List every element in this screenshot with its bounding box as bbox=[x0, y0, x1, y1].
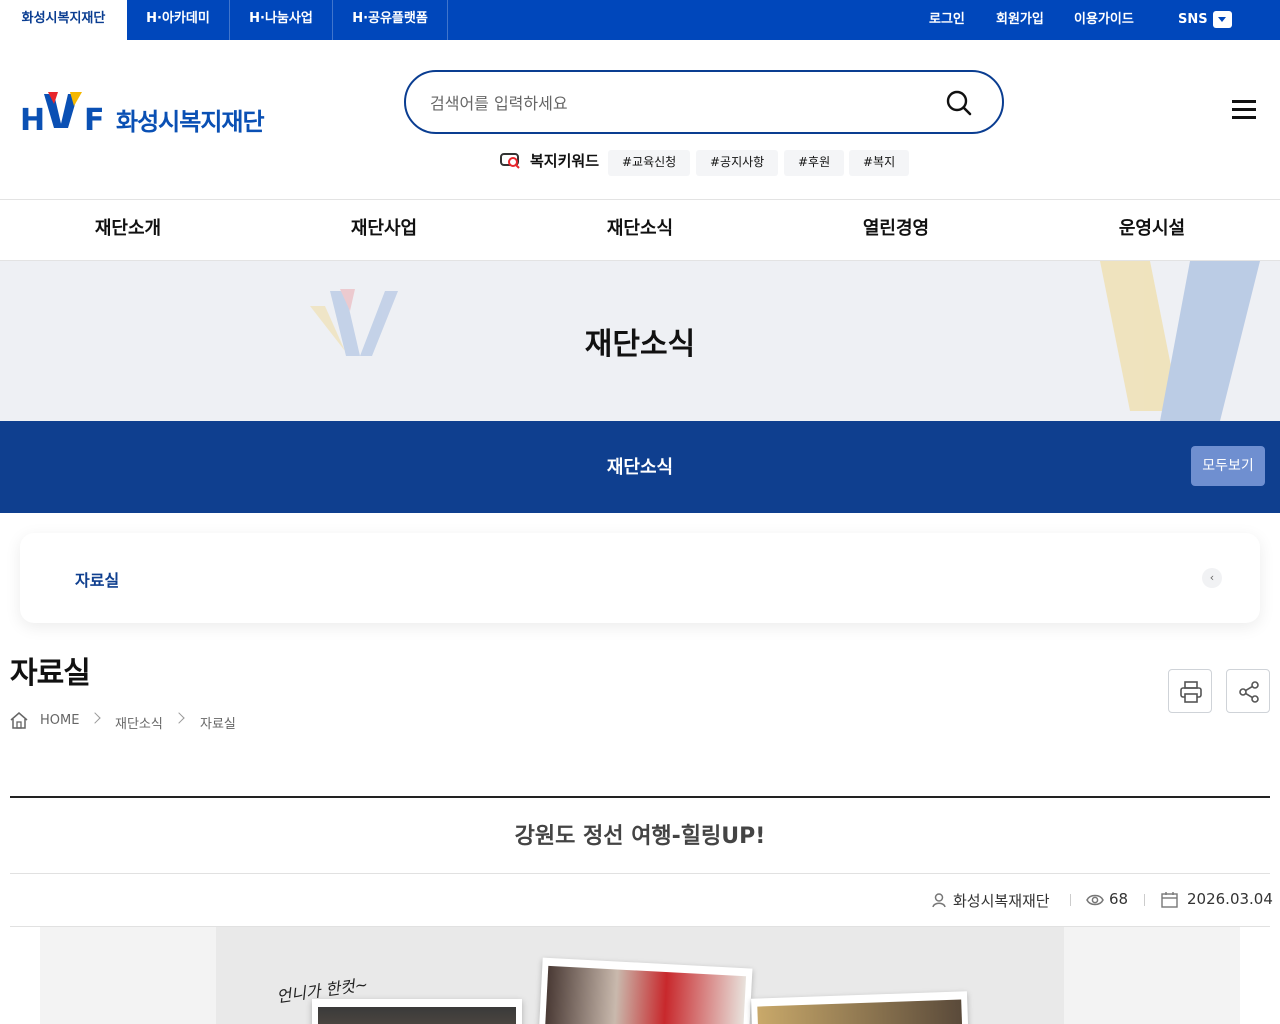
top-utility-bar: 화성시복지재단 H·아카데미 H·나눔사업 H·공유플랫폼 로그인 회원가입 이… bbox=[0, 0, 1280, 40]
breadcrumb-current[interactable]: 자료실 bbox=[200, 713, 236, 732]
divider bbox=[1144, 894, 1145, 906]
photo-frame bbox=[537, 957, 753, 1024]
eye-icon bbox=[1086, 894, 1104, 906]
keyword-title: 복지키워드 bbox=[530, 152, 600, 170]
svg-text:F: F bbox=[84, 103, 105, 136]
dropdown-icon[interactable] bbox=[1213, 11, 1232, 28]
divider bbox=[447, 0, 448, 40]
nav-item-about[interactable]: 재단소개 bbox=[0, 200, 256, 260]
post-image: 언니가 한컷~ bbox=[216, 927, 1064, 1024]
page-visual-banner: 재단소식 bbox=[0, 261, 1280, 421]
nav-item-management[interactable]: 열린경영 bbox=[768, 200, 1024, 260]
chevron-right-icon bbox=[89, 712, 101, 724]
divider bbox=[10, 796, 1270, 798]
share-icon bbox=[1239, 681, 1259, 703]
photo-frame bbox=[751, 991, 969, 1024]
hamburger-line bbox=[1232, 100, 1256, 103]
breadcrumb-home[interactable]: HOME bbox=[40, 713, 79, 728]
keyword-tag[interactable]: #교육신청 bbox=[608, 150, 691, 176]
keyword-icon bbox=[500, 153, 520, 169]
hamburger-line bbox=[1232, 108, 1256, 111]
logo-text[interactable]: 화성시복지재단 bbox=[116, 102, 265, 137]
search-button[interactable] bbox=[944, 88, 974, 118]
join-link[interactable]: 회원가입 bbox=[996, 0, 1044, 40]
view-all-button[interactable]: 모두보기 bbox=[1191, 446, 1265, 486]
svg-text:H: H bbox=[20, 103, 45, 136]
printer-icon bbox=[1180, 681, 1202, 703]
keyword-tag[interactable]: #후원 bbox=[784, 150, 845, 176]
nav-item-facilities[interactable]: 운영시설 bbox=[1024, 200, 1280, 260]
keyword-tag[interactable]: #공지사항 bbox=[696, 150, 779, 176]
post-title: 강원도 정선 여행-힐링UP! bbox=[514, 824, 766, 849]
site-tab-platform[interactable]: H·공유플랫폼 bbox=[333, 0, 447, 40]
visual-title: 재단소식 bbox=[584, 327, 696, 362]
photo-frame bbox=[312, 999, 522, 1024]
guide-link[interactable]: 이용가이드 bbox=[1074, 0, 1134, 40]
post-image-area: 언니가 한컷~ bbox=[40, 927, 1240, 1024]
calendar-icon bbox=[1161, 892, 1178, 908]
chevron-right-icon bbox=[173, 712, 185, 724]
home-icon[interactable] bbox=[10, 712, 28, 729]
login-link[interactable]: 로그인 bbox=[929, 0, 965, 40]
post-views: 68 bbox=[1109, 890, 1129, 908]
share-button[interactable] bbox=[1226, 669, 1270, 713]
page-title: 자료실 bbox=[10, 656, 91, 691]
menu-button[interactable] bbox=[1232, 98, 1258, 122]
breadcrumb-item[interactable]: 재단소식 bbox=[115, 713, 163, 732]
sub-menu-card: 자료실 ‹ bbox=[20, 533, 1260, 623]
main-navigation: 재단소개 재단사업 재단소식 열린경영 운영시설 bbox=[0, 199, 1280, 261]
keyword-tag[interactable]: #복지 bbox=[849, 150, 910, 176]
sns-button[interactable]: SNS bbox=[1178, 0, 1208, 40]
section-title: 재단소식 bbox=[606, 457, 674, 478]
chevron-left-icon[interactable]: ‹ bbox=[1202, 568, 1222, 588]
search-input[interactable] bbox=[430, 88, 910, 118]
site-tab-foundation[interactable]: 화성시복지재단 bbox=[0, 0, 127, 40]
divider bbox=[1070, 894, 1071, 906]
user-icon bbox=[932, 893, 946, 908]
post-author: 화성시복재재단 bbox=[953, 892, 1050, 910]
section-bar: 재단소식 모두보기 bbox=[0, 421, 1280, 513]
divider bbox=[10, 873, 1270, 874]
search-icon bbox=[946, 90, 972, 116]
site-tab-sharing[interactable]: H·나눔사업 bbox=[230, 0, 332, 40]
search-box bbox=[404, 70, 1004, 134]
site-tab-academy[interactable]: H·아카데미 bbox=[127, 0, 229, 40]
print-button[interactable] bbox=[1168, 669, 1212, 713]
hamburger-line bbox=[1232, 116, 1256, 119]
nav-item-news[interactable]: 재단소식 bbox=[512, 200, 768, 260]
post-date: 2026.03.04 bbox=[1187, 890, 1273, 908]
sub-menu-current[interactable]: 자료실 bbox=[75, 567, 119, 591]
nav-item-business[interactable]: 재단사업 bbox=[256, 200, 512, 260]
hwf-logo-icon: H F bbox=[20, 92, 105, 138]
